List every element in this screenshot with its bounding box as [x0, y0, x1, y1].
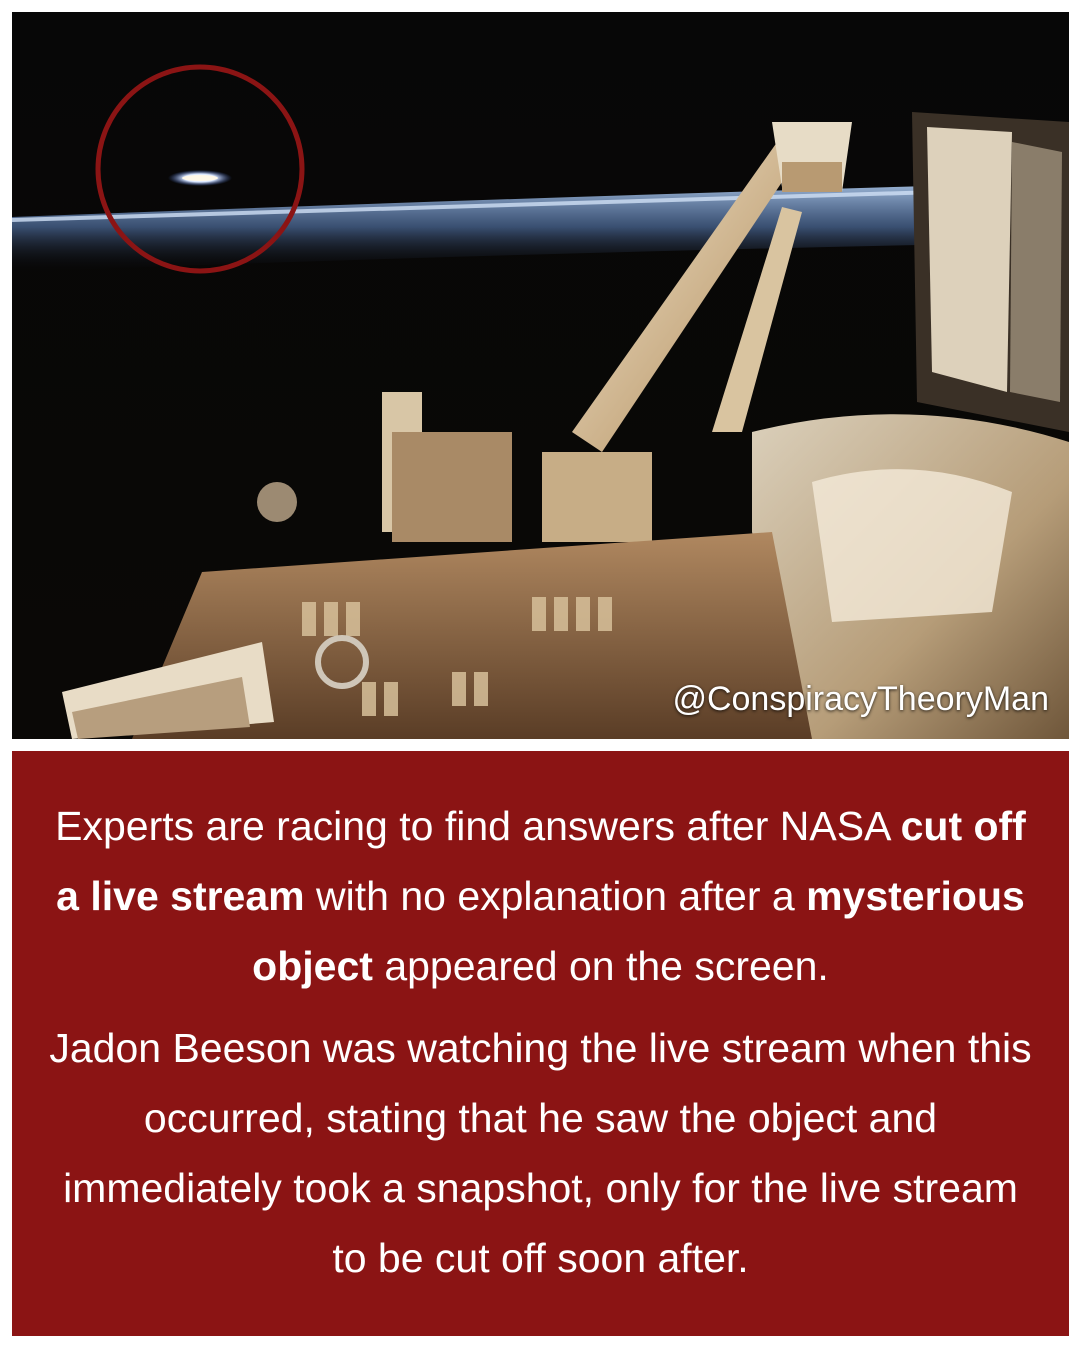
iss-livestream-image [12, 12, 1069, 739]
caption-paragraph-1: Experts are racing to find answers after… [42, 791, 1039, 1001]
caption-text: with no explanation after a [304, 873, 807, 919]
caption-panel: Experts are racing to find answers after… [12, 751, 1069, 1336]
caption-paragraph-2: Jadon Beeson was watching the live strea… [49, 1025, 1032, 1281]
space-station-photo: @ConspiracyTheoryMan [12, 12, 1069, 739]
caption-text: Experts are racing to find answers after… [55, 803, 901, 849]
caption-text: appeared on the screen. [372, 943, 829, 989]
watermark-handle: @ConspiracyTheoryMan [672, 680, 1049, 718]
